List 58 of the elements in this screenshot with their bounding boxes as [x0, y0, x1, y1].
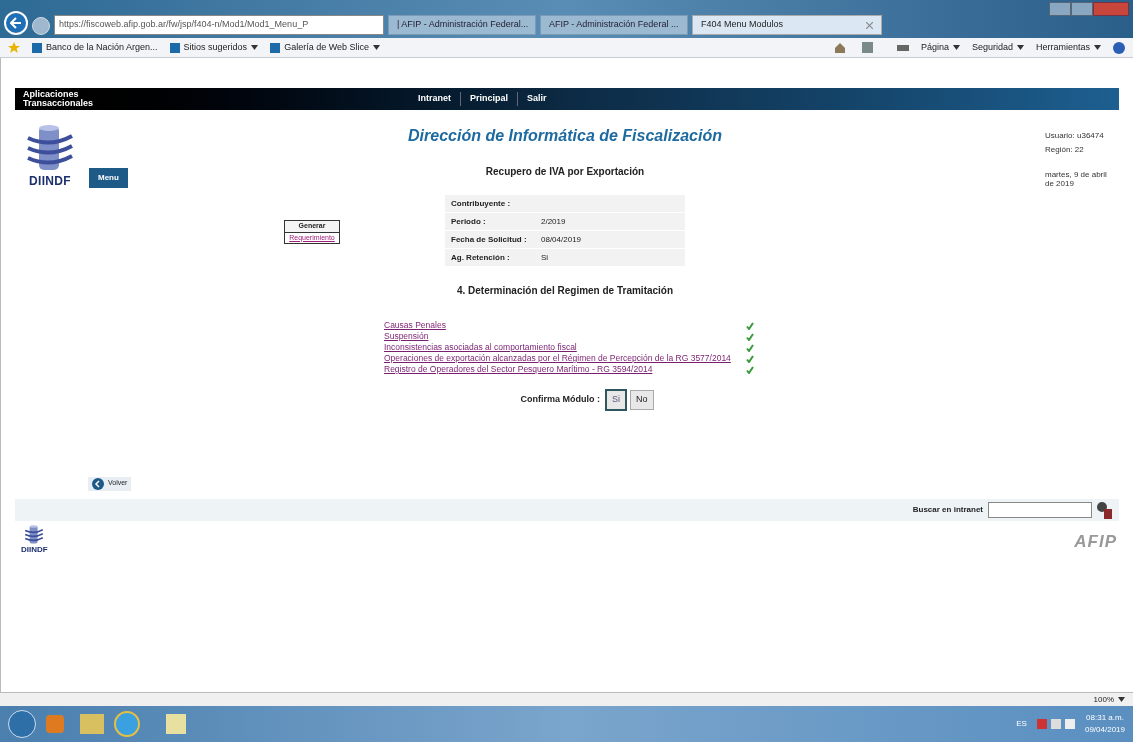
search-field[interactable] — [988, 501, 1092, 518]
info-value: 08/04/2019 — [541, 233, 582, 246]
home-icon[interactable] — [833, 41, 846, 54]
module-link[interactable]: Registro de Operadores del Sector Pesquero Marítimo - RG 3594/2014 — [384, 363, 653, 376]
info-label: Ag. Retención : — [451, 251, 511, 264]
caret-icon — [373, 45, 380, 50]
caret-icon — [251, 45, 259, 50]
database-logo-icon — [24, 524, 45, 544]
module-link[interactable]: Suspensión — [384, 330, 429, 343]
date-text: martes, 9 de abril de 2019 — [1045, 170, 1108, 188]
window-controls-drawing[interactable] — [1049, 2, 1129, 16]
close-tab-icon[interactable] — [866, 21, 873, 29]
page-title: Dirección de Informática de Fiscalización — [408, 126, 722, 146]
address-text: https://fiscoweb.afip.gob.ar/fw/jsp/f404-n/Mod1/Mod1_Menu_P — [59, 18, 309, 32]
command-menu[interactable]: Herramientas — [1035, 40, 1101, 55]
app-title: Aplicaciones Transaccionales — [23, 90, 95, 108]
favorite-link[interactable]: Banco de la Nación Argen... — [32, 40, 158, 55]
module-link[interactable]: Causas Penales — [384, 319, 446, 332]
browser-tab[interactable]: | AFIP - Administración Federal... — [388, 15, 536, 35]
section-title: 4. Determinación del Regimen de Tramitación — [456, 284, 674, 298]
favorite-link[interactable]: Sitios sugeridos — [169, 40, 259, 55]
database-logo-icon — [25, 124, 75, 172]
caret-icon — [1118, 697, 1125, 702]
caret-icon — [952, 45, 960, 50]
page-subtitle: Recupero de IVA por Exportación — [485, 165, 645, 179]
region-text: Región: 22 — [1045, 144, 1085, 156]
confirm-option-button[interactable]: No — [630, 390, 654, 410]
info-label: Contribuyente : — [451, 197, 512, 210]
afip-logo-text: AFIP — [1074, 530, 1117, 553]
confirm-label: Confirma Módulo : — [520, 393, 600, 406]
command-menu[interactable]: Seguridad — [971, 40, 1024, 55]
star-icon[interactable] — [8, 41, 20, 54]
nav-link[interactable]: Intranet — [409, 92, 461, 106]
module-link[interactable]: Inconsistencias asociadas al comportamiento fiscal — [384, 341, 577, 354]
favorite-link[interactable]: Galería de Web Slice — [270, 40, 380, 55]
left-chevron-icon — [92, 477, 104, 490]
logo-text: DIINDF — [29, 173, 71, 190]
nav-link[interactable]: Salir — [518, 92, 556, 106]
browser-tab[interactable]: F404 Menu Modulos — [692, 15, 882, 35]
browser-tab[interactable]: AFIP - Administración Federal ... — [540, 15, 688, 35]
info-label: Periodo : — [451, 215, 487, 228]
menu-button[interactable]: Menu — [89, 168, 128, 188]
info-value: Si — [541, 251, 549, 264]
user-text: Usuario: u36474 — [1045, 130, 1105, 142]
caret-icon — [1094, 45, 1101, 50]
confirm-option-button[interactable]: Si — [605, 389, 627, 411]
tray-icons-drawing[interactable] — [1036, 719, 1075, 729]
command-menu[interactable]: Página — [920, 40, 960, 55]
search-label: Buscar en intranet — [912, 503, 983, 516]
back-icon[interactable] — [4, 11, 28, 35]
nav-link[interactable]: Principal — [461, 92, 519, 106]
footer-logo-text: DIINDF — [21, 543, 48, 556]
info-label: Fecha de Solicitud : — [451, 233, 528, 246]
info-value: 2/2019 — [541, 215, 566, 228]
address-bar[interactable]: https://fiscoweb.afip.gob.ar/fw/jsp/f404-n/Mod1/Mod1_Menu_P — [54, 15, 384, 35]
zoom-level[interactable]: 100% — [1093, 693, 1114, 706]
caret-icon — [1016, 45, 1024, 50]
module-link[interactable]: Operaciones de exportación alcanzadas por el Régimen de Percepción de la RG 3577/2014 — [384, 352, 731, 365]
